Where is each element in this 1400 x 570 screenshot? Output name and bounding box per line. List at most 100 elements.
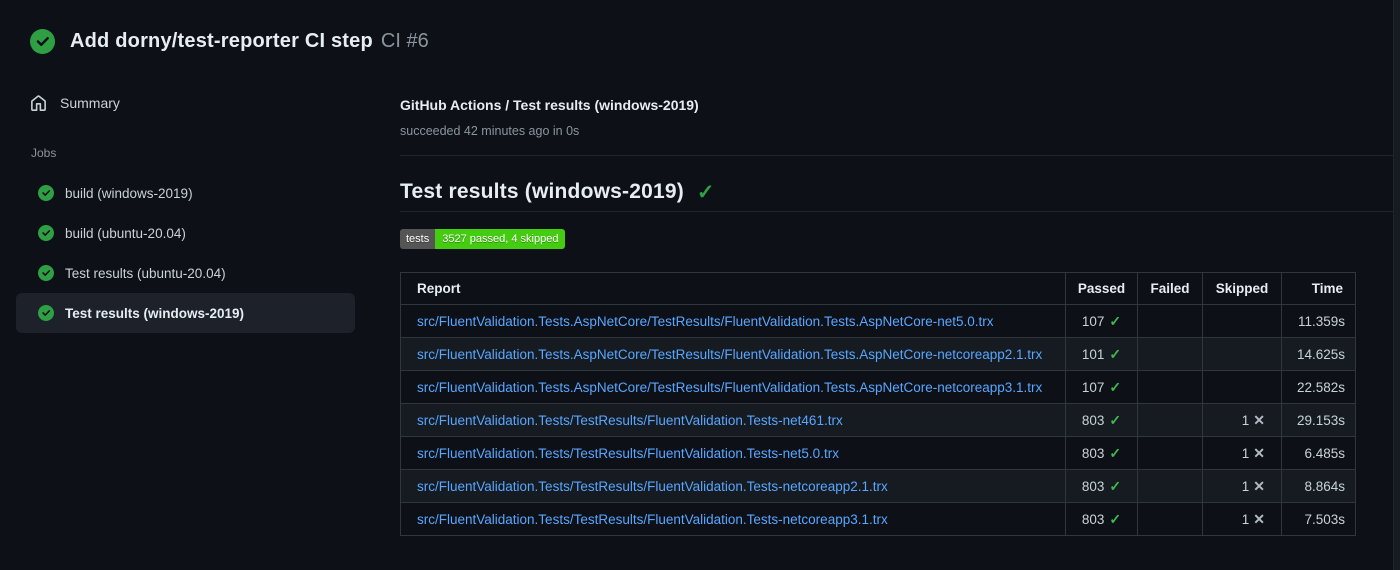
sidebar-item-summary[interactable]: Summary: [30, 89, 120, 117]
summary-label: Summary: [60, 95, 120, 111]
passed-cell: 803 ✓: [1065, 436, 1138, 470]
failed-cell: [1137, 337, 1203, 371]
report-cell: src/FluentValidation.Tests/TestResults/F…: [400, 436, 1066, 470]
skipped-count: 1: [1241, 511, 1250, 527]
sidebar-job-item[interactable]: build (ubuntu-20.04): [16, 213, 355, 253]
home-icon: [30, 94, 47, 112]
report-link[interactable]: src/FluentValidation.Tests/TestResults/F…: [417, 512, 888, 527]
job-label: build (ubuntu-20.04): [65, 225, 186, 241]
column-header-report: Report: [400, 272, 1066, 305]
job-label: Test results (windows-2019): [65, 305, 245, 321]
passed-count: 803: [1081, 478, 1105, 494]
check-circle-icon: [38, 265, 54, 281]
job-status-line: succeeded 42 minutes ago in 0s: [400, 124, 580, 138]
sidebar-job-item[interactable]: Test results (ubuntu-20.04): [16, 253, 355, 293]
skipped-cell: 1 ✕: [1202, 469, 1282, 503]
x-icon: ✕: [1253, 510, 1265, 527]
column-header-skipped: Skipped: [1202, 272, 1282, 305]
report-cell: src/FluentValidation.Tests.AspNetCore/Te…: [400, 304, 1066, 338]
job-label: Test results (ubuntu-20.04): [65, 265, 226, 281]
vertical-scrollbar[interactable]: [1393, 0, 1400, 570]
x-icon: ✕: [1253, 444, 1265, 461]
skipped-cell: [1202, 337, 1282, 371]
divider: [400, 155, 1393, 156]
job-panel: GitHub Actions / Test results (windows-2…: [400, 0, 1393, 570]
passed-cell: 107 ✓: [1065, 370, 1138, 404]
skipped-count: 1: [1241, 445, 1250, 461]
skipped-cell: 1 ✕: [1202, 403, 1282, 437]
passed-cell: 803 ✓: [1065, 469, 1138, 503]
report-cell: src/FluentValidation.Tests.AspNetCore/Te…: [400, 337, 1066, 371]
table-row: src/FluentValidation.Tests/TestResults/F…: [400, 403, 1356, 437]
table-row: src/FluentValidation.Tests.AspNetCore/Te…: [400, 370, 1356, 404]
check-icon: ✓: [1109, 444, 1122, 461]
time-cell: 11.359s: [1281, 304, 1356, 338]
tests-badge: tests 3527 passed, 4 skipped: [400, 229, 566, 249]
table-row: src/FluentValidation.Tests/TestResults/F…: [400, 469, 1356, 503]
check-icon: ✓: [1109, 378, 1122, 395]
table-header-row: Report Passed Failed Skipped Time: [400, 272, 1356, 305]
check-circle-icon: [38, 185, 54, 201]
table-row: src/FluentValidation.Tests.AspNetCore/Te…: [400, 304, 1356, 338]
skipped-count: 1: [1241, 412, 1250, 428]
time-cell: 6.485s: [1281, 436, 1356, 470]
report-link[interactable]: src/FluentValidation.Tests.AspNetCore/Te…: [417, 380, 1042, 395]
report-link[interactable]: src/FluentValidation.Tests.AspNetCore/Te…: [417, 314, 994, 329]
passed-count: 107: [1081, 379, 1105, 395]
report-cell: src/FluentValidation.Tests/TestResults/F…: [400, 469, 1066, 503]
skipped-cell: 1 ✕: [1202, 502, 1282, 536]
x-icon: ✕: [1253, 477, 1265, 494]
check-icon: ✓: [1109, 510, 1122, 527]
check-icon: ✓: [1109, 411, 1122, 428]
sidebar-job-item[interactable]: Test results (windows-2019): [16, 293, 355, 333]
badge-value: 3527 passed, 4 skipped: [435, 229, 566, 249]
check-icon: ✓: [696, 180, 715, 204]
sidebar: Summary Jobs build (windows-2019) build (…: [0, 0, 380, 570]
failed-cell: [1137, 469, 1203, 503]
report-link[interactable]: src/FluentValidation.Tests.AspNetCore/Te…: [417, 347, 1042, 362]
jobs-section-label: Jobs: [31, 146, 57, 160]
report-link[interactable]: src/FluentValidation.Tests/TestResults/F…: [417, 413, 843, 428]
report-cell: src/FluentValidation.Tests/TestResults/F…: [400, 502, 1066, 536]
passed-count: 803: [1081, 445, 1105, 461]
job-label: build (windows-2019): [65, 185, 193, 201]
divider: [400, 211, 1393, 212]
failed-cell: [1137, 304, 1203, 338]
check-icon: ✓: [1109, 345, 1122, 362]
passed-cell: 803 ✓: [1065, 502, 1138, 536]
failed-cell: [1137, 403, 1203, 437]
column-header-passed: Passed: [1065, 272, 1138, 305]
passed-count: 101: [1081, 346, 1105, 362]
check-circle-icon: [38, 305, 54, 321]
skipped-cell: [1202, 304, 1282, 338]
time-cell: 8.864s: [1281, 469, 1356, 503]
passed-cell: 101 ✓: [1065, 337, 1138, 371]
skipped-cell: 1 ✕: [1202, 436, 1282, 470]
passed-cell: 107 ✓: [1065, 304, 1138, 338]
check-icon: ✓: [1109, 477, 1122, 494]
report-cell: src/FluentValidation.Tests.AspNetCore/Te…: [400, 370, 1066, 404]
time-cell: 7.503s: [1281, 502, 1356, 536]
time-cell: 29.153s: [1281, 403, 1356, 437]
results-table: Report Passed Failed Skipped Time src/Fl…: [400, 272, 1356, 536]
x-icon: ✕: [1253, 411, 1265, 428]
report-link[interactable]: src/FluentValidation.Tests/TestResults/F…: [417, 479, 888, 494]
passed-count: 803: [1081, 511, 1105, 527]
table-row: src/FluentValidation.Tests/TestResults/F…: [400, 436, 1356, 470]
check-icon: ✓: [1109, 312, 1122, 329]
table-row: src/FluentValidation.Tests/TestResults/F…: [400, 502, 1356, 536]
report-cell: src/FluentValidation.Tests/TestResults/F…: [400, 403, 1066, 437]
section-heading: Test results (windows-2019): [400, 180, 684, 203]
table-row: src/FluentValidation.Tests.AspNetCore/Te…: [400, 337, 1356, 371]
section-heading-row: Test results (windows-2019) ✓: [400, 180, 715, 204]
job-list: build (windows-2019) build (ubuntu-20.04)…: [16, 173, 355, 333]
passed-cell: 803 ✓: [1065, 403, 1138, 437]
column-header-failed: Failed: [1137, 272, 1203, 305]
failed-cell: [1137, 436, 1203, 470]
badge-label: tests: [400, 229, 436, 249]
report-link[interactable]: src/FluentValidation.Tests/TestResults/F…: [417, 446, 839, 461]
job-panel-title: GitHub Actions / Test results (windows-2…: [400, 97, 699, 113]
sidebar-job-item[interactable]: build (windows-2019): [16, 173, 355, 213]
time-cell: 22.582s: [1281, 370, 1356, 404]
failed-cell: [1137, 370, 1203, 404]
